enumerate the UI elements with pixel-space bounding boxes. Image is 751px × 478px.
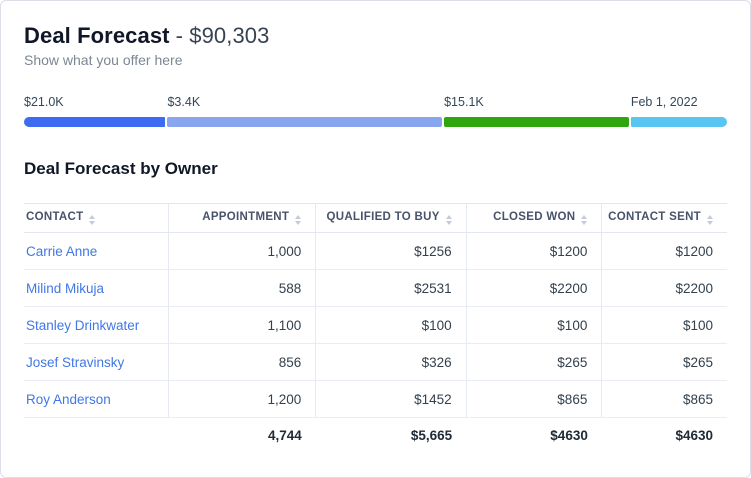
- total-cell-contact-sent: $4630: [602, 418, 727, 454]
- table-cell-appointment: 1,000: [168, 233, 316, 270]
- table-cell-closed-won: $100: [466, 307, 602, 344]
- column-header-label: CLOSED WON: [493, 211, 575, 223]
- contact-cell: Josef Stravinsky: [24, 344, 168, 381]
- contact-link[interactable]: Milind Mikuja: [26, 281, 104, 296]
- contact-link[interactable]: Carrie Anne: [26, 244, 97, 259]
- contact-link[interactable]: Stanley Drinkwater: [26, 318, 139, 333]
- column-header-qualified-to-buy[interactable]: QUALIFIED TO BUY: [316, 204, 466, 233]
- total-cell-qualified-to-buy: $5,665: [316, 418, 466, 454]
- progress-labels: $21.0K$3.4K$15.1KFeb 1, 2022: [24, 95, 727, 110]
- table-cell-appointment: 1,100: [168, 307, 316, 344]
- column-header-contact[interactable]: CONTACT: [24, 204, 168, 233]
- table-body: Carrie Anne1,000$1256$1200$1200Milind Mi…: [24, 233, 727, 454]
- column-header-closed-won[interactable]: CLOSED WON: [466, 204, 602, 233]
- table-cell-contact-sent: $265: [602, 344, 727, 381]
- sort-icon: [581, 215, 587, 225]
- column-header-appointment[interactable]: APPOINTMENT: [168, 204, 316, 233]
- contact-cell: Stanley Drinkwater: [24, 307, 168, 344]
- section-title: Deal Forecast by Owner: [24, 159, 727, 179]
- contact-cell: Carrie Anne: [24, 233, 168, 270]
- progress-segment: [167, 117, 442, 127]
- page-title-text: Deal Forecast: [24, 23, 170, 48]
- progress-segment-label: $3.4K: [167, 95, 442, 110]
- progress-bar: [24, 117, 727, 127]
- page-subtitle: Show what you offer here: [24, 52, 727, 69]
- table-cell-contact-sent: $1200: [602, 233, 727, 270]
- column-header-label: CONTACT SENT: [608, 211, 701, 223]
- table-row: Josef Stravinsky856$326$265$265: [24, 344, 727, 381]
- table-cell-closed-won: $2200: [466, 270, 602, 307]
- table-cell-appointment: 1,200: [168, 381, 316, 418]
- table-cell-qualified-to-buy: $1256: [316, 233, 466, 270]
- deal-forecast-card: Deal Forecast- $90,303 Show what you off…: [0, 0, 751, 478]
- table-cell-qualified-to-buy: $326: [316, 344, 466, 381]
- table-row: Milind Mikuja588$2531$2200$2200: [24, 270, 727, 307]
- sort-icon: [707, 215, 713, 225]
- card-content: Deal Forecast- $90,303 Show what you off…: [1, 23, 750, 454]
- table-header-row: CONTACT APPOINTMENT QUALIFIED TO BUY CLOSED…: [24, 204, 727, 233]
- sort-icon: [89, 215, 95, 225]
- table-row: Stanley Drinkwater1,100$100$100$100: [24, 307, 727, 344]
- progress-segment: [631, 117, 727, 127]
- deal-forecast-table: CONTACT APPOINTMENT QUALIFIED TO BUY CLOSED…: [24, 203, 727, 454]
- column-header-label: APPOINTMENT: [202, 211, 289, 223]
- page-title: Deal Forecast- $90,303: [24, 23, 727, 49]
- table-cell-closed-won: $865: [466, 381, 602, 418]
- table-cell-appointment: 588: [168, 270, 316, 307]
- total-cell-contact: [24, 418, 168, 454]
- table-cell-closed-won: $265: [466, 344, 602, 381]
- table-cell-qualified-to-buy: $2531: [316, 270, 466, 307]
- page-title-amount: - $90,303: [176, 23, 270, 48]
- table-cell-qualified-to-buy: $1452: [316, 381, 466, 418]
- table-cell-contact-sent: $100: [602, 307, 727, 344]
- sort-icon: [295, 215, 301, 225]
- progress-segment: [24, 117, 165, 127]
- table-cell-contact-sent: $2200: [602, 270, 727, 307]
- column-header-label: QUALIFIED TO BUY: [326, 211, 439, 223]
- column-header-contact-sent[interactable]: CONTACT SENT: [602, 204, 727, 233]
- table-cell-closed-won: $1200: [466, 233, 602, 270]
- sort-icon: [446, 215, 452, 225]
- table-row: Roy Anderson1,200$1452$865$865: [24, 381, 727, 418]
- contact-cell: Roy Anderson: [24, 381, 168, 418]
- table-cell-contact-sent: $865: [602, 381, 727, 418]
- progress-segment-label: $15.1K: [444, 95, 629, 110]
- contact-cell: Milind Mikuja: [24, 270, 168, 307]
- progress-segment-label: Feb 1, 2022: [631, 95, 727, 110]
- progress-segment-label: $21.0K: [24, 95, 165, 110]
- total-cell-closed-won: $4630: [466, 418, 602, 454]
- table-row: Carrie Anne1,000$1256$1200$1200: [24, 233, 727, 270]
- contact-link[interactable]: Josef Stravinsky: [26, 355, 124, 370]
- progress-segment: [444, 117, 629, 127]
- table-cell-appointment: 856: [168, 344, 316, 381]
- table-cell-qualified-to-buy: $100: [316, 307, 466, 344]
- contact-link[interactable]: Roy Anderson: [26, 392, 111, 407]
- total-cell-appointment: 4,744: [168, 418, 316, 454]
- column-header-label: CONTACT: [26, 211, 83, 223]
- totals-row: 4,744$5,665$4630$4630: [24, 418, 727, 454]
